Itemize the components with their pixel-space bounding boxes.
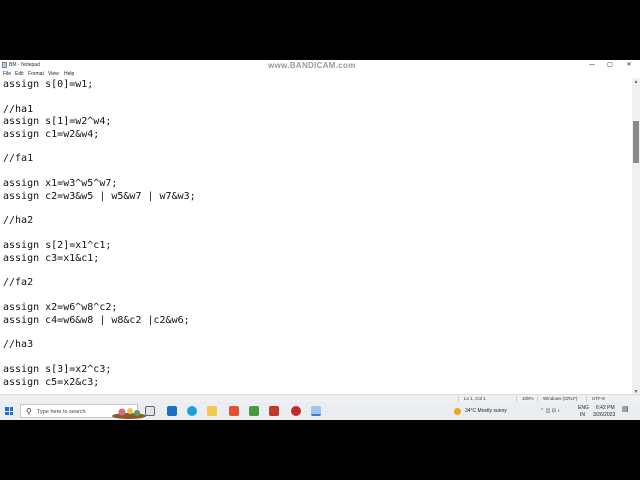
menu-bar: File Edit Format View Help xyxy=(0,70,640,78)
scrollbar-thumb[interactable] xyxy=(633,121,639,163)
code-comment-line: //ha2 xyxy=(3,215,34,227)
screen: BM - Notepad — ▢ ✕ www.BANDICAM.com File… xyxy=(0,60,640,420)
notepad-taskbar-icon[interactable] xyxy=(311,406,321,416)
clock-time[interactable]: 6:42 PM xyxy=(596,405,615,411)
app-icon-red[interactable] xyxy=(269,406,279,416)
code-line: assign c4=w6&w8 | w8&c2 |c2&w6; xyxy=(3,314,190,326)
code-line: assign c2=w3&w5 | w5&w7 | w7&w3; xyxy=(3,190,196,202)
tray-icons[interactable]: ⌃ ◫ ⊡ ♪ xyxy=(540,408,560,414)
taskbar: ⚲ Type here to search 34°C Mostly sunny … xyxy=(0,402,640,420)
close-button[interactable]: ✕ xyxy=(619,60,639,70)
maximize-button[interactable]: ▢ xyxy=(600,60,620,70)
task-view-icon[interactable] xyxy=(145,406,155,416)
text-editor[interactable]: assign s[0]=w1;//ha1 assign s[1]=w2^w4; as… xyxy=(0,78,632,420)
edge-browser-icon[interactable] xyxy=(187,406,197,416)
menu-edit[interactable]: Edit xyxy=(15,70,24,78)
code-line: assign s[3]=x2^c3; xyxy=(3,364,112,376)
bandicam-watermark: www.BANDICAM.com xyxy=(268,61,356,70)
code-comment-line: //ha1 xyxy=(3,103,34,115)
weather-text[interactable]: 34°C Mostly sunny xyxy=(465,408,507,414)
menu-view[interactable]: View xyxy=(48,70,59,78)
search-icon: ⚲ xyxy=(26,407,32,416)
weather-sun-icon xyxy=(454,408,461,415)
app-icon-green[interactable] xyxy=(249,406,259,416)
menu-help[interactable]: Help xyxy=(64,70,74,78)
code-line: assign c5=x2&c3; xyxy=(3,376,100,388)
language-region[interactable]: IN xyxy=(580,412,585,418)
file-explorer-icon[interactable] xyxy=(207,406,217,416)
menu-format[interactable]: Format xyxy=(28,70,44,78)
language-code[interactable]: ENG xyxy=(578,405,589,411)
minimize-button[interactable]: — xyxy=(582,60,602,70)
brave-browser-icon[interactable] xyxy=(229,406,239,416)
windows-start-icon[interactable] xyxy=(5,407,13,415)
code-line: assign x2=w6^w8^c2; xyxy=(3,302,118,314)
search-highlight-art-icon xyxy=(112,408,146,419)
code-line: assign c3=x1&c1; xyxy=(3,252,100,264)
code-comment-line: //fa1 xyxy=(3,153,34,165)
vertical-scrollbar[interactable]: ▲ ▼ xyxy=(632,78,640,396)
notification-icon[interactable]: ▤ xyxy=(622,406,629,413)
record-app-icon[interactable] xyxy=(291,406,301,416)
menu-file[interactable]: File xyxy=(3,70,11,78)
notepad-app-icon xyxy=(2,62,7,68)
code-line: assign s[1]=w2^w4; xyxy=(3,116,112,128)
taskbar-search-box[interactable]: ⚲ Type here to search xyxy=(20,404,146,419)
search-placeholder: Type here to search xyxy=(37,409,86,415)
code-line: assign s[2]=x1^c1; xyxy=(3,240,112,252)
code-line: assign x1=w3^w5^w7; xyxy=(3,178,118,190)
clock-date[interactable]: 3/26/2023 xyxy=(593,412,615,418)
window-title: BM - Notepad xyxy=(9,62,40,68)
code-comment-line: //fa2 xyxy=(3,277,34,289)
mail-icon[interactable] xyxy=(167,406,177,416)
scroll-up-arrow-icon[interactable]: ▲ xyxy=(632,78,640,86)
code-line: assign c1=w2&w4; xyxy=(3,128,100,140)
code-line: assign s[0]=w1; xyxy=(3,79,94,90)
code-comment-line: //ha3 xyxy=(3,339,34,351)
